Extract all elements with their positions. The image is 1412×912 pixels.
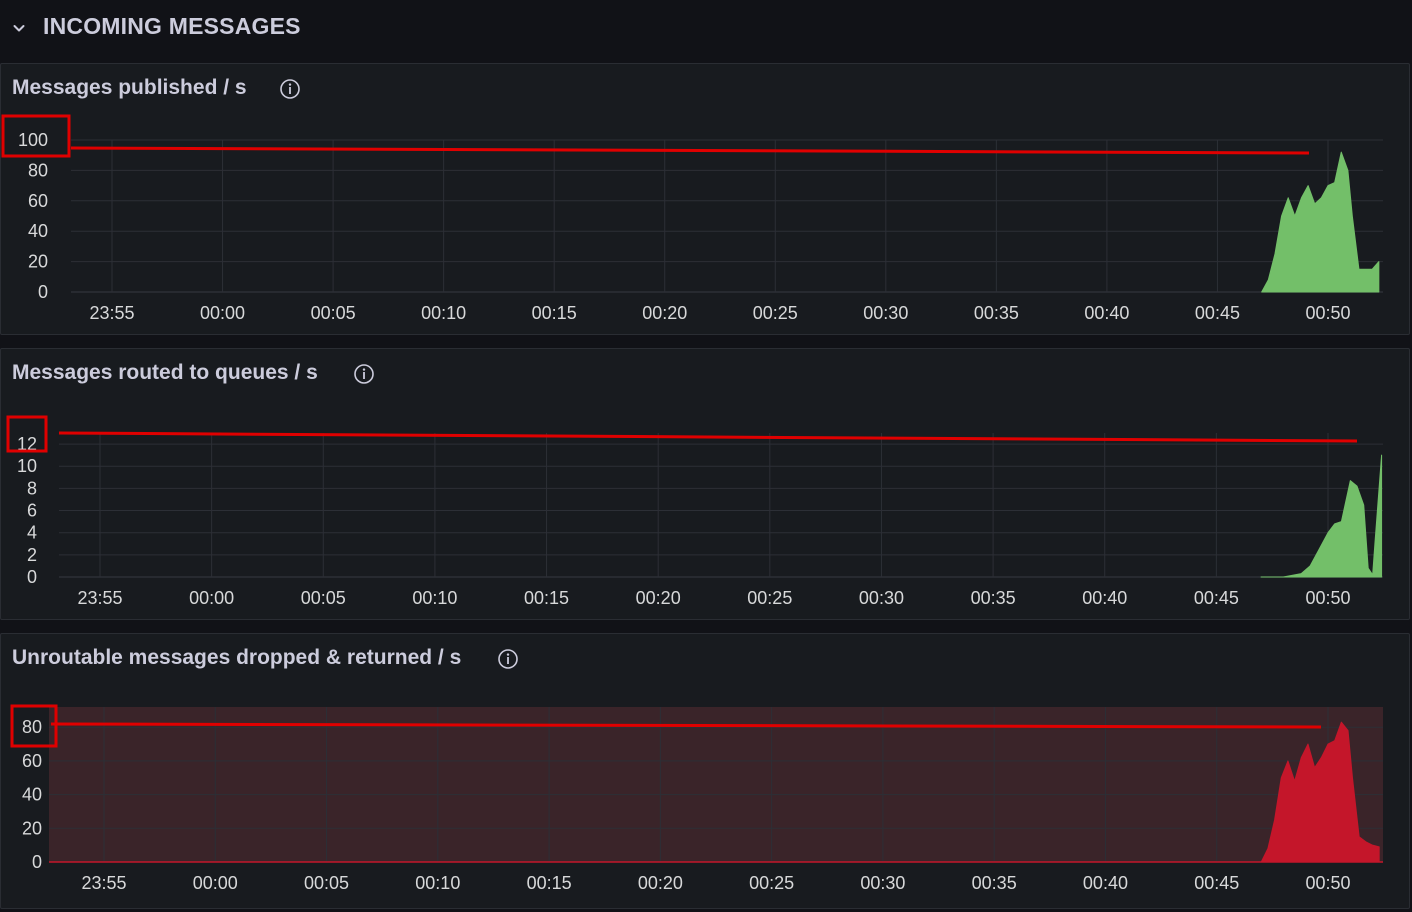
chevron-down-icon[interactable] — [11, 20, 27, 36]
x-tick-label: 00:15 — [524, 588, 569, 608]
panel-messages-routed[interactable]: Messages routed to queues / s 0 2 4 6 8 10 12 2… — [0, 348, 1410, 620]
x-tick-label: 00:05 — [311, 303, 356, 323]
y-tick-label: 40 — [28, 221, 48, 241]
row-title: INCOMING MESSAGES — [43, 13, 301, 39]
annotation-line — [70, 146, 1310, 155]
x-tick-label: 00:35 — [974, 303, 1019, 323]
y-tick-label: 60 — [28, 191, 48, 211]
x-tick-label: 00:50 — [1305, 303, 1350, 323]
y-tick-label: 0 — [32, 852, 42, 872]
annotation-line — [58, 431, 1358, 443]
x-tick-label: 00:30 — [863, 303, 908, 323]
y-tick-label: 2 — [27, 545, 37, 565]
x-tick-label: 00:45 — [1195, 303, 1240, 323]
y-tick-label: 100 — [18, 130, 48, 150]
x-tick-label: 00:05 — [301, 588, 346, 608]
y-tick-label: 20 — [22, 818, 42, 838]
y-tick-label: 4 — [27, 523, 37, 543]
series-area — [1261, 151, 1380, 293]
chart-area: 02468101223:55 00:00 00:05 00:10 00:15 00:20 0… — [6, 415, 1383, 608]
x-tick-label: 23:55 — [81, 873, 126, 893]
x-tick-label: 00:00 — [200, 303, 245, 323]
x-tick-label: 00:35 — [971, 588, 1016, 608]
x-tick-label: 00:40 — [1083, 873, 1128, 893]
x-tick-label: 00:15 — [527, 873, 572, 893]
chart-area: 0 20 40 60 80 23:55 00:00 00:05 00:10 00:15 00:20 0… — [10, 704, 1383, 893]
x-tick-label: 00:45 — [1194, 873, 1239, 893]
x-tick-label: 00:15 — [532, 303, 577, 323]
x-tick-label: 23:55 — [89, 303, 134, 323]
x-tick-label: 00:10 — [412, 588, 457, 608]
y-tick-label: 80 — [28, 160, 48, 180]
y-tick-label: 8 — [27, 478, 37, 498]
y-tick-label: 40 — [22, 785, 42, 805]
y-tick-label: 0 — [27, 567, 37, 587]
y-tick-label: 6 — [27, 501, 37, 521]
x-tick-label: 00:00 — [189, 588, 234, 608]
x-tick-label: 00:10 — [415, 873, 460, 893]
x-tick-label: 00:25 — [749, 873, 794, 893]
y-tick-label: 10 — [17, 456, 37, 476]
x-tick-label: 00:00 — [193, 873, 238, 893]
x-tick-label: 23:55 — [77, 588, 122, 608]
x-tick-label: 00:35 — [972, 873, 1017, 893]
x-tick-label: 00:50 — [1305, 588, 1350, 608]
row-header[interactable]: INCOMING MESSAGES — [0, 0, 1412, 58]
x-tick-label: 00:20 — [636, 588, 681, 608]
x-tick-label: 00:10 — [421, 303, 466, 323]
x-tick-label: 00:30 — [859, 588, 904, 608]
y-tick-label: 80 — [22, 717, 42, 737]
x-tick-label: 00:50 — [1305, 873, 1350, 893]
x-tick-label: 00:25 — [747, 588, 792, 608]
x-tick-label: 00:45 — [1194, 588, 1239, 608]
x-tick-label: 00:40 — [1082, 588, 1127, 608]
threshold-background — [49, 707, 1383, 862]
panel-messages-published[interactable]: Messages published / s 0 20 40 60 80 100 23:55… — [0, 63, 1410, 335]
series-area — [1260, 454, 1383, 578]
y-tick-label: 60 — [22, 751, 42, 771]
y-tick-label: 0 — [38, 282, 48, 302]
x-tick-label: 00:20 — [638, 873, 683, 893]
x-tick-label: 00:40 — [1084, 303, 1129, 323]
x-tick-label: 00:25 — [753, 303, 798, 323]
x-tick-label: 00:05 — [304, 873, 349, 893]
x-tick-label: 00:20 — [642, 303, 687, 323]
chart-area: 0 20 40 60 80 100 23:55 00:00 00:05 00:10 00:15 00:… — [1, 114, 1383, 323]
panel-unroutable-messages[interactable]: Unroutable messages dropped & returned /… — [0, 633, 1410, 909]
x-tick-label: 00:30 — [860, 873, 905, 893]
y-tick-label: 20 — [28, 252, 48, 272]
